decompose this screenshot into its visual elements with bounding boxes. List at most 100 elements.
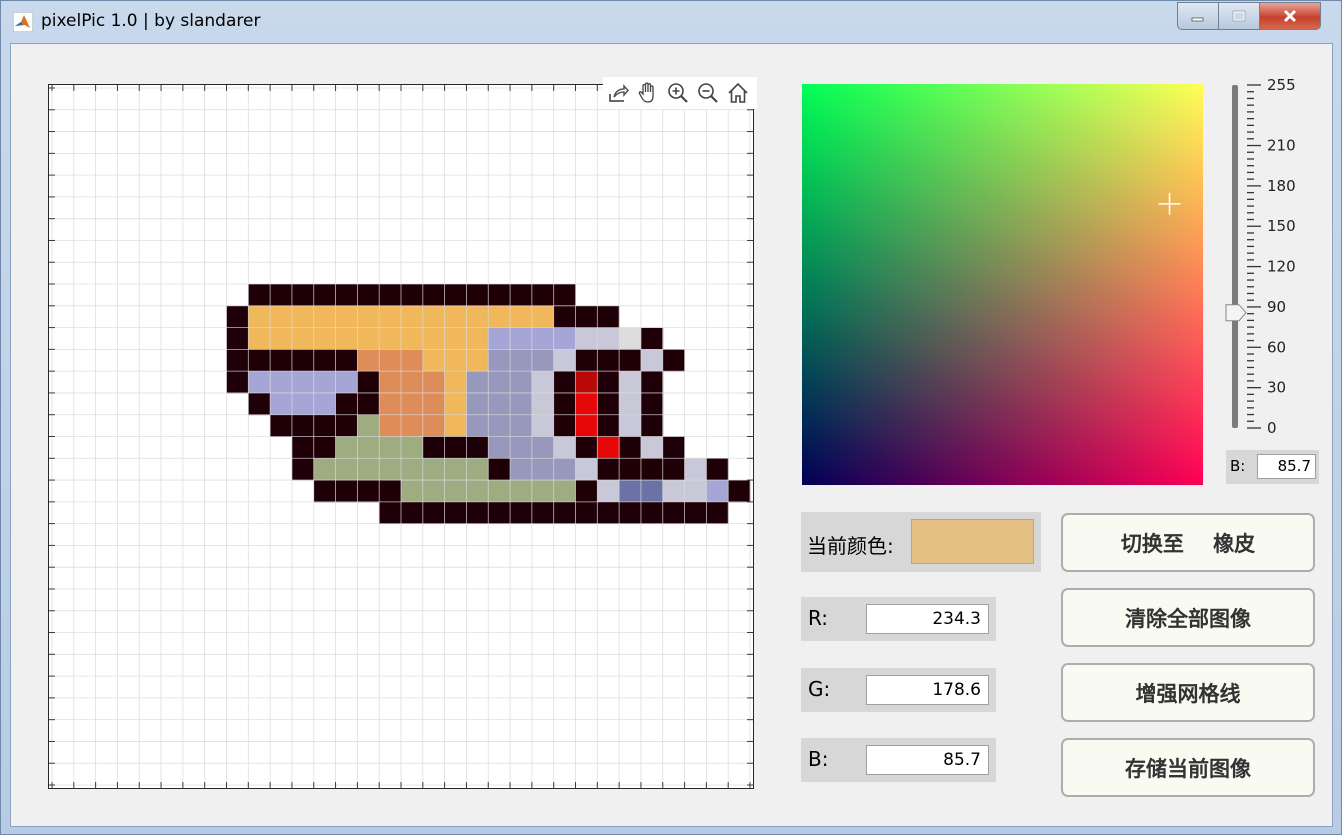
pixel-cell[interactable] (444, 327, 467, 350)
pixel-cell[interactable] (335, 392, 358, 416)
pixel-cell[interactable] (531, 501, 555, 525)
pixel-cell[interactable] (313, 305, 336, 328)
pixel-cell[interactable] (553, 458, 576, 481)
pixel-cell[interactable] (313, 327, 336, 350)
pixel-cell[interactable] (379, 371, 402, 394)
red-value-field[interactable]: 234.3 (866, 604, 989, 634)
save-image-button[interactable]: 存储当前图像 (1061, 738, 1315, 797)
pixel-cell[interactable] (510, 501, 533, 525)
pixel-cell[interactable] (248, 392, 271, 416)
pixel-cell[interactable] (444, 480, 467, 503)
pixel-cell[interactable] (640, 327, 664, 350)
pixel-cell[interactable] (597, 501, 620, 525)
pixel-cell[interactable] (553, 392, 576, 416)
pixel-cell[interactable] (488, 327, 511, 350)
pixel-cell[interactable] (422, 327, 446, 350)
pixel-cell[interactable] (357, 327, 380, 350)
home-icon[interactable] (725, 80, 751, 106)
pixel-cell[interactable] (728, 480, 751, 503)
pixel-cell[interactable] (619, 349, 642, 372)
green-value-field[interactable]: 178.6 (866, 675, 989, 705)
pixel-cell[interactable] (640, 392, 664, 416)
pixel-cell[interactable] (379, 392, 402, 416)
pixel-cell[interactable] (531, 305, 555, 328)
pixel-cell[interactable] (488, 458, 511, 481)
pixel-cell[interactable] (466, 284, 489, 307)
pixel-cell[interactable] (488, 284, 511, 307)
blue-value-field[interactable]: 85.7 (866, 745, 989, 775)
pixel-cell[interactable] (597, 371, 620, 394)
pixel-cell[interactable] (357, 305, 380, 328)
pixel-cell[interactable] (444, 349, 467, 372)
pixel-cell[interactable] (248, 305, 271, 328)
pixel-cell[interactable] (466, 480, 489, 503)
pixel-cell[interactable] (488, 480, 511, 503)
pixel-cell[interactable] (510, 436, 533, 459)
pixel-cell[interactable] (553, 327, 576, 350)
pixel-cell[interactable] (619, 501, 642, 525)
pixel-cell[interactable] (531, 414, 555, 437)
pixel-cell[interactable] (357, 458, 380, 481)
pixel-cell[interactable] (575, 392, 598, 416)
pixel-cell[interactable] (357, 349, 380, 372)
pixel-cell[interactable] (531, 284, 555, 307)
pixel-cell[interactable] (510, 414, 533, 437)
pixel-cell[interactable] (248, 284, 271, 307)
pixel-cell[interactable] (640, 349, 664, 372)
pixel-cell[interactable] (488, 392, 511, 416)
pixel-cell[interactable] (466, 436, 489, 459)
pixel-cell[interactable] (444, 501, 467, 525)
pixel-cell[interactable] (553, 414, 576, 437)
pixel-cell[interactable] (379, 349, 402, 372)
pixel-cell[interactable] (379, 501, 402, 525)
pixel-cell[interactable] (553, 371, 576, 394)
pixel-cell[interactable] (422, 392, 446, 416)
pixel-cell[interactable] (422, 414, 446, 437)
pixel-cell[interactable] (379, 284, 402, 307)
pixel-cell[interactable] (379, 436, 402, 459)
pixel-cell[interactable] (401, 305, 424, 328)
pixel-cell[interactable] (575, 305, 598, 328)
pixel-cell[interactable] (226, 349, 249, 372)
pixel-cell[interactable] (422, 480, 446, 503)
pixel-cell[interactable] (379, 458, 402, 481)
pixel-cell[interactable] (291, 349, 315, 372)
pixel-cell[interactable] (270, 305, 293, 328)
title-bar[interactable]: pixelPic 1.0 | by slandarer (1, 1, 1341, 43)
pixel-cell[interactable] (422, 371, 446, 394)
pixel-cell[interactable] (444, 414, 467, 437)
minimize-button[interactable] (1177, 2, 1219, 30)
pixel-cell[interactable] (379, 327, 402, 350)
pixel-cell[interactable] (575, 436, 598, 459)
pixel-cell[interactable] (488, 501, 511, 525)
pixel-cell[interactable] (488, 371, 511, 394)
pixel-cell[interactable] (597, 349, 620, 372)
pixel-cell[interactable] (575, 371, 598, 394)
pixel-cell[interactable] (531, 436, 555, 459)
pixel-cell[interactable] (597, 458, 620, 481)
pixel-cell[interactable] (531, 392, 555, 416)
pixel-cell[interactable] (270, 371, 293, 394)
pixel-cell[interactable] (619, 327, 642, 350)
pixel-cell[interactable] (444, 458, 467, 481)
pixel-cell[interactable] (597, 327, 620, 350)
close-button[interactable] (1259, 2, 1321, 30)
pixel-cell[interactable] (313, 458, 336, 481)
pixel-cell[interactable] (291, 305, 315, 328)
pixel-cell[interactable] (357, 392, 380, 416)
pixel-cell[interactable] (335, 480, 358, 503)
pixel-cell[interactable] (422, 284, 446, 307)
pixel-cell[interactable] (422, 436, 446, 459)
pixel-cell[interactable] (466, 305, 489, 328)
pixel-cell[interactable] (313, 349, 336, 372)
pixel-cell[interactable] (553, 349, 576, 372)
pixel-cell[interactable] (553, 480, 576, 503)
pixel-cell[interactable] (401, 480, 424, 503)
clear-all-button[interactable]: 清除全部图像 (1061, 588, 1315, 647)
pixel-cell[interactable] (662, 480, 685, 503)
pixel-cell[interactable] (401, 436, 424, 459)
pixel-cell[interactable] (619, 414, 642, 437)
export-icon[interactable] (605, 80, 631, 106)
pixel-cell[interactable] (401, 284, 424, 307)
pixel-cell[interactable] (553, 436, 576, 459)
